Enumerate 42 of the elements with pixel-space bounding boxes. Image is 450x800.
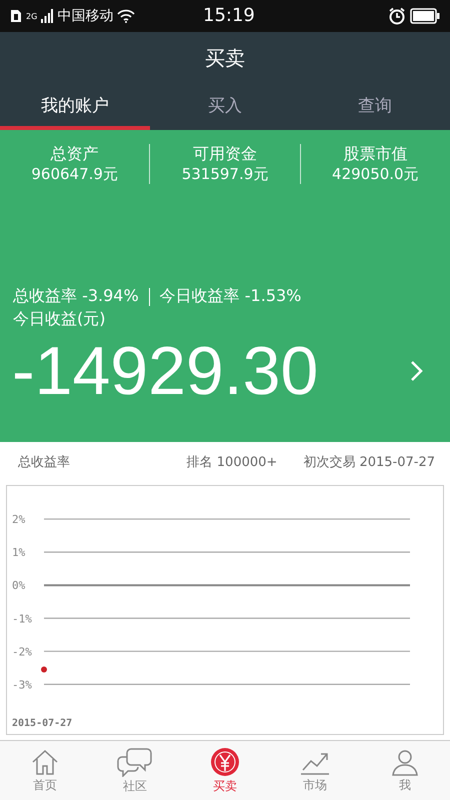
sim-icon xyxy=(10,9,22,23)
battery-icon xyxy=(410,8,440,24)
today-return-rate: 今日收益率 -1.53% xyxy=(160,286,302,307)
chevron-right-icon[interactable] xyxy=(410,360,424,382)
wifi-icon xyxy=(117,9,136,23)
nav-item[interactable]: 买卖 xyxy=(180,741,270,800)
summary-label: 股票市值 xyxy=(343,144,408,165)
chart-title: 总收益率 xyxy=(18,454,70,471)
first-trade-date: 初次交易 2015-07-27 xyxy=(303,454,435,471)
y-tick-label: -1% xyxy=(12,612,32,626)
x-tick-label: 2015-07-27 xyxy=(12,718,72,729)
carrier-name: 中国移动 xyxy=(57,7,114,25)
summary-value: 531597.9元 xyxy=(182,165,268,184)
nav-item[interactable]: 社区 xyxy=(90,741,180,800)
data-point xyxy=(41,666,47,673)
chat-icon xyxy=(117,746,153,776)
summary-label: 总资产 xyxy=(50,144,99,165)
tab[interactable]: 买入 xyxy=(150,85,300,130)
y-tick-label: -2% xyxy=(12,645,32,658)
page-title: 买卖 xyxy=(205,45,245,72)
summary-value: 960647.9元 xyxy=(31,165,118,184)
y-tick-label: 1% xyxy=(12,546,26,560)
y-tick-label: -3% xyxy=(12,678,32,692)
signal-icon xyxy=(41,9,54,23)
today-return-label: 今日收益(元) xyxy=(13,309,106,330)
y-tick-label: 0% xyxy=(12,579,26,592)
network-type: 2G xyxy=(26,12,38,21)
rank-text: 排名 100000+ xyxy=(186,454,278,471)
y-tick-label: 2% xyxy=(12,513,26,526)
nav-item[interactable]: 市场 xyxy=(270,741,360,800)
yuan-coin-icon xyxy=(210,746,240,776)
person-icon xyxy=(390,748,420,776)
total-return-rate: 总收益率 -3.94% xyxy=(13,286,139,307)
clock-time: 15:19 xyxy=(203,5,255,26)
tab[interactable]: 查询 xyxy=(300,85,450,130)
alarm-icon xyxy=(388,7,406,25)
summary-value: 429050.0元 xyxy=(332,165,419,184)
nav-item[interactable]: 我 xyxy=(360,741,450,800)
summary-label: 可用资金 xyxy=(192,144,257,165)
today-return-value: -14929.30 xyxy=(12,332,318,410)
nav-item[interactable]: 首页 xyxy=(0,741,90,800)
home-icon xyxy=(30,748,60,776)
